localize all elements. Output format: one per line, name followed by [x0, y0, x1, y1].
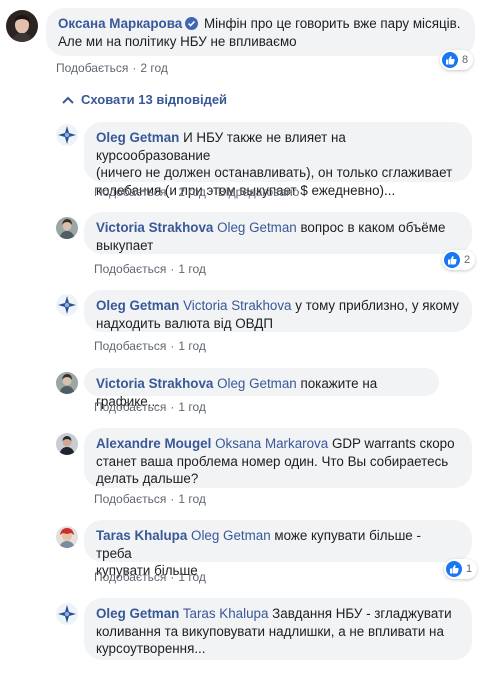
comment-actions: Подобається · 2 год — [56, 61, 168, 75]
reaction-count[interactable]: 2 — [442, 250, 476, 270]
like-link[interactable]: Подобається — [94, 400, 166, 414]
mention-link[interactable]: Taras Khalupa — [183, 606, 269, 621]
hide-replies-link[interactable]: Сховати 13 відповідей — [62, 92, 227, 107]
like-link[interactable]: Подобається — [94, 492, 166, 506]
reply-actions: Подобається · 1 год — [94, 492, 206, 506]
reply-text: выкупает — [96, 237, 154, 253]
avatar[interactable] — [56, 603, 78, 625]
reply-text: GDP warrants скоро — [331, 436, 455, 451]
reply-text: Завдання НБУ - згладжувати — [272, 606, 452, 621]
author-name[interactable]: Oleg Getman — [96, 130, 179, 145]
reply-bubble: Oleg Getman И НБУ также не влияет на кур… — [84, 122, 472, 198]
avatar[interactable] — [56, 526, 78, 548]
reply-bubble: Oleg Getman Taras Khalupa Завдання НБУ -… — [84, 598, 472, 660]
timestamp[interactable]: 1 год — [178, 339, 206, 353]
reply-text: вопрос в каком объёме — [300, 220, 446, 235]
reply-bubble: Victoria Strakhova Oleg Getman вопрос в … — [84, 212, 472, 254]
avatar[interactable] — [56, 124, 78, 146]
reply-text: надходить валюта від ОВДП — [96, 315, 273, 331]
reply-actions: Подобається · 1 год — [94, 339, 206, 353]
reply-bubble: Oleg Getman Victoria Strakhova у тому пр… — [84, 290, 472, 332]
reply-text: делать дальше? — [96, 471, 199, 486]
author-name[interactable]: Alexandre Mougel — [96, 436, 211, 451]
reaction-number: 8 — [462, 54, 469, 66]
hide-replies-label: Сховати 13 відповідей — [81, 92, 228, 107]
timestamp[interactable]: 1 год — [178, 492, 206, 506]
like-link[interactable]: Подобається — [94, 262, 166, 276]
reply-text: (ничего не должен останавливать), он тол… — [96, 165, 453, 180]
mention-link[interactable]: Victoria Strakhova — [183, 298, 291, 313]
timestamp[interactable]: 1 год — [178, 262, 206, 276]
author-name[interactable]: Oleg Getman — [96, 298, 179, 313]
mention-link[interactable]: Oleg Getman — [217, 376, 297, 391]
author-name[interactable]: Victoria Strakhova — [96, 220, 213, 235]
reply-bubble: Alexandre Mougel Oksana Markarova GDP wa… — [84, 428, 472, 488]
reply-text: коливання та викуповувати надлишки, а не… — [96, 623, 444, 639]
reply-bubble: Victoria Strakhova Oleg Getman покажите … — [84, 368, 439, 409]
author-name[interactable]: Victoria Strakhova — [96, 376, 213, 391]
reaction-number: 2 — [464, 254, 471, 266]
author-name[interactable]: Оксана Маркарова — [58, 16, 182, 31]
timestamp[interactable]: 1 год — [178, 400, 206, 414]
author-name[interactable]: Oleg Getman — [96, 606, 179, 621]
chevron-up-icon — [62, 96, 74, 104]
like-link[interactable]: Подобається — [94, 339, 166, 353]
thumbs-up-icon — [442, 52, 458, 68]
like-link[interactable]: Подобається — [94, 570, 166, 584]
edited-label[interactable]: Відредаговано — [218, 185, 299, 199]
thumbs-up-icon — [446, 561, 462, 577]
avatar[interactable] — [56, 217, 78, 239]
timestamp[interactable]: 2 год — [178, 185, 206, 199]
comment-text: Але ми на політику НБУ не впливаємо — [58, 33, 297, 49]
avatar[interactable] — [6, 10, 38, 42]
reply-text: станет ваша проблема номер один. Что Вы … — [96, 453, 449, 469]
reaction-number: 1 — [466, 563, 473, 575]
timestamp[interactable]: 2 год — [140, 61, 168, 75]
reply-actions: Подобається · 1 год — [94, 400, 206, 414]
reply-actions: Подобається · 2 год · Відредаговано — [94, 185, 300, 199]
reaction-count[interactable]: 8 — [440, 50, 474, 70]
comment-bubble: Оксана Маркарова Мінфін про це говорить … — [46, 8, 475, 56]
reply-actions: Подобається · 1 год — [94, 262, 206, 276]
timestamp[interactable]: 1 год — [178, 570, 206, 584]
reply-text: у тому приблизно, у якому — [295, 298, 459, 313]
thumbs-up-icon — [444, 252, 460, 268]
reply-actions: Подобається · 1 год — [94, 570, 206, 584]
like-link[interactable]: Подобається — [94, 185, 166, 199]
like-link[interactable]: Подобається — [56, 61, 128, 75]
avatar[interactable] — [56, 372, 78, 394]
reply-bubble: Taras Khalupa Oleg Getman може купувати … — [84, 520, 472, 578]
mention-link[interactable]: Oksana Markarova — [215, 436, 328, 451]
avatar[interactable] — [56, 433, 78, 455]
verified-badge-icon — [185, 17, 199, 30]
mention-link[interactable]: Oleg Getman — [191, 528, 271, 543]
author-name[interactable]: Taras Khalupa — [96, 528, 187, 543]
reaction-count[interactable]: 1 — [444, 559, 478, 579]
comment-text: Мінфін про це говорить вже пару місяців. — [203, 16, 461, 31]
mention-link[interactable]: Oleg Getman — [217, 220, 297, 235]
reply-text: курсоутворення... — [96, 641, 206, 656]
avatar[interactable] — [56, 294, 78, 316]
